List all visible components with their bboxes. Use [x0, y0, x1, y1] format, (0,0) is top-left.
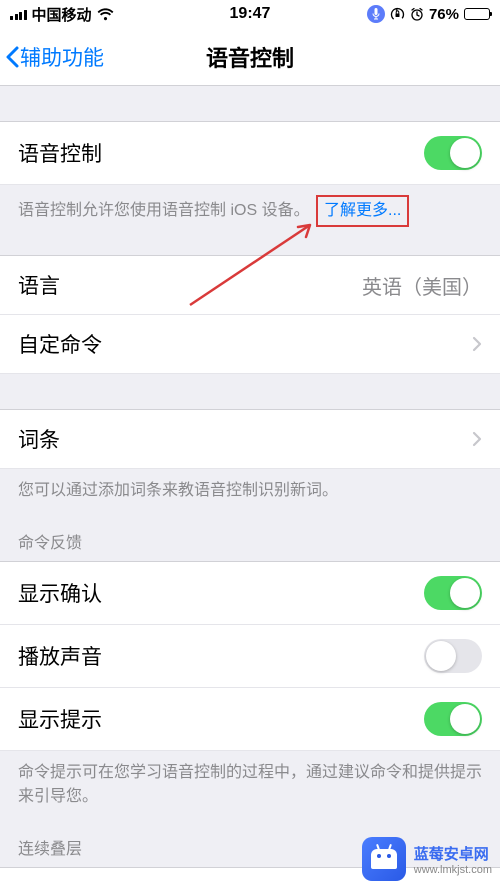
chevron-right-icon: [472, 431, 482, 447]
vocabulary-cell[interactable]: 词条: [0, 409, 500, 469]
chevron-right-icon: [472, 336, 482, 352]
feedback-footer: 命令提示可在您学习语音控制的过程中，通过建议命令和提供提示来引导您。: [0, 751, 500, 817]
orientation-lock-icon: [390, 7, 405, 22]
play-sound-cell[interactable]: 播放声音: [0, 625, 500, 688]
show-confirm-toggle[interactable]: [424, 576, 482, 610]
custom-commands-label: 自定命令: [18, 329, 102, 359]
alarm-icon: [410, 7, 424, 21]
feedback-header: 命令反馈: [0, 511, 500, 561]
status-left: 中国移动: [10, 4, 114, 25]
language-label: 语言: [18, 270, 60, 300]
language-value: 英语（美国）: [362, 271, 482, 300]
watermark-title: 蓝莓安卓网: [414, 846, 489, 863]
voice-control-footer: 语音控制允许您使用语音控制 iOS 设备。 了解更多...: [0, 185, 500, 235]
custom-commands-cell[interactable]: 自定命令: [0, 315, 500, 374]
voice-control-toggle-cell[interactable]: 语音控制: [0, 121, 500, 185]
show-confirm-cell[interactable]: 显示确认: [0, 561, 500, 625]
annotation-highlight-box: 了解更多...: [316, 195, 409, 227]
back-button[interactable]: 辅助功能: [0, 42, 110, 72]
wifi-icon: [97, 8, 114, 21]
status-right: 76%: [367, 5, 490, 23]
show-confirm-label: 显示确认: [18, 578, 102, 608]
carrier-label: 中国移动: [32, 4, 92, 25]
chevron-left-icon: [4, 45, 20, 69]
battery-icon: [464, 8, 490, 20]
play-sound-label: 播放声音: [18, 641, 102, 671]
vocabulary-footer: 您可以通过添加词条来教语音控制识别新词。: [0, 469, 500, 511]
battery-percent: 76%: [429, 6, 459, 23]
signal-strength-icon: [10, 8, 27, 20]
show-hint-cell[interactable]: 显示提示: [0, 688, 500, 751]
vocabulary-label: 词条: [18, 424, 60, 454]
watermark-url: www.lmkjst.com: [414, 864, 492, 876]
microphone-indicator-icon: [367, 5, 385, 23]
back-label: 辅助功能: [20, 42, 104, 72]
voice-control-label: 语音控制: [18, 138, 102, 168]
status-bar: 中国移动 19:47 76%: [0, 0, 500, 28]
overlay-value: 无: [444, 883, 464, 887]
play-sound-toggle[interactable]: [424, 639, 482, 673]
navigation-bar: 辅助功能 语音控制: [0, 28, 500, 86]
show-hint-label: 显示提示: [18, 704, 102, 734]
watermark-android-icon: [362, 837, 406, 881]
watermark: 蓝莓安卓网 www.lmkjst.com: [362, 837, 492, 881]
language-cell[interactable]: 语言 英语（美国）: [0, 255, 500, 315]
overlay-label: 叠层: [18, 882, 60, 887]
learn-more-link[interactable]: 了解更多...: [324, 202, 401, 219]
show-hint-toggle[interactable]: [424, 702, 482, 736]
voice-control-toggle[interactable]: [424, 136, 482, 170]
